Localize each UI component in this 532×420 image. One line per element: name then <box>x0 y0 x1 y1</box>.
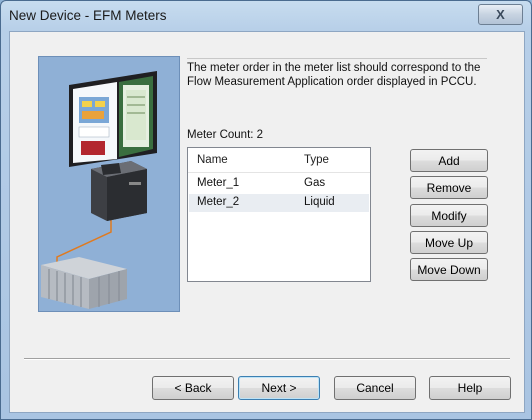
meter-type: Liquid <box>304 196 335 208</box>
computer-plc-connection-icon <box>38 56 180 312</box>
dialog-client-area: The meter order in the meter list should… <box>9 31 525 413</box>
footer-separator <box>24 358 510 360</box>
help-button[interactable]: Help <box>429 376 511 400</box>
window-title: New Device - EFM Meters <box>9 8 167 23</box>
cancel-button[interactable]: Cancel <box>334 376 416 400</box>
meter-type: Gas <box>304 177 326 189</box>
modify-button[interactable]: Modify <box>410 204 488 227</box>
move-up-button[interactable]: Move Up <box>410 231 488 254</box>
close-button[interactable]: X <box>478 4 523 25</box>
remove-button[interactable]: Remove <box>410 176 488 199</box>
dialog-window: New Device - EFM Meters X The meter orde… <box>0 0 532 420</box>
next-button[interactable]: Next > <box>238 376 320 400</box>
close-icon: X <box>496 7 505 22</box>
list-header: Name Type <box>188 148 370 173</box>
meter-name: Meter_1 <box>197 177 240 189</box>
list-item[interactable]: Meter_1 Gas <box>189 175 369 193</box>
meter-count-label: Meter Count: 2 <box>187 129 264 141</box>
back-button[interactable]: < Back <box>152 376 234 400</box>
column-header-name[interactable]: Name <box>197 154 228 166</box>
add-button[interactable]: Add <box>410 149 488 172</box>
move-down-button[interactable]: Move Down <box>410 258 488 281</box>
list-item[interactable]: Meter_2 Liquid <box>189 194 369 212</box>
title-bar[interactable]: New Device - EFM Meters X <box>1 1 531 31</box>
info-text: The meter order in the meter list should… <box>187 58 487 89</box>
meter-name: Meter_2 <box>197 196 240 208</box>
column-header-type[interactable]: Type <box>304 154 329 166</box>
meter-list[interactable]: Name Type Meter_1 Gas Meter_2 Liquid <box>187 147 371 282</box>
illustration-graphic <box>41 71 157 309</box>
